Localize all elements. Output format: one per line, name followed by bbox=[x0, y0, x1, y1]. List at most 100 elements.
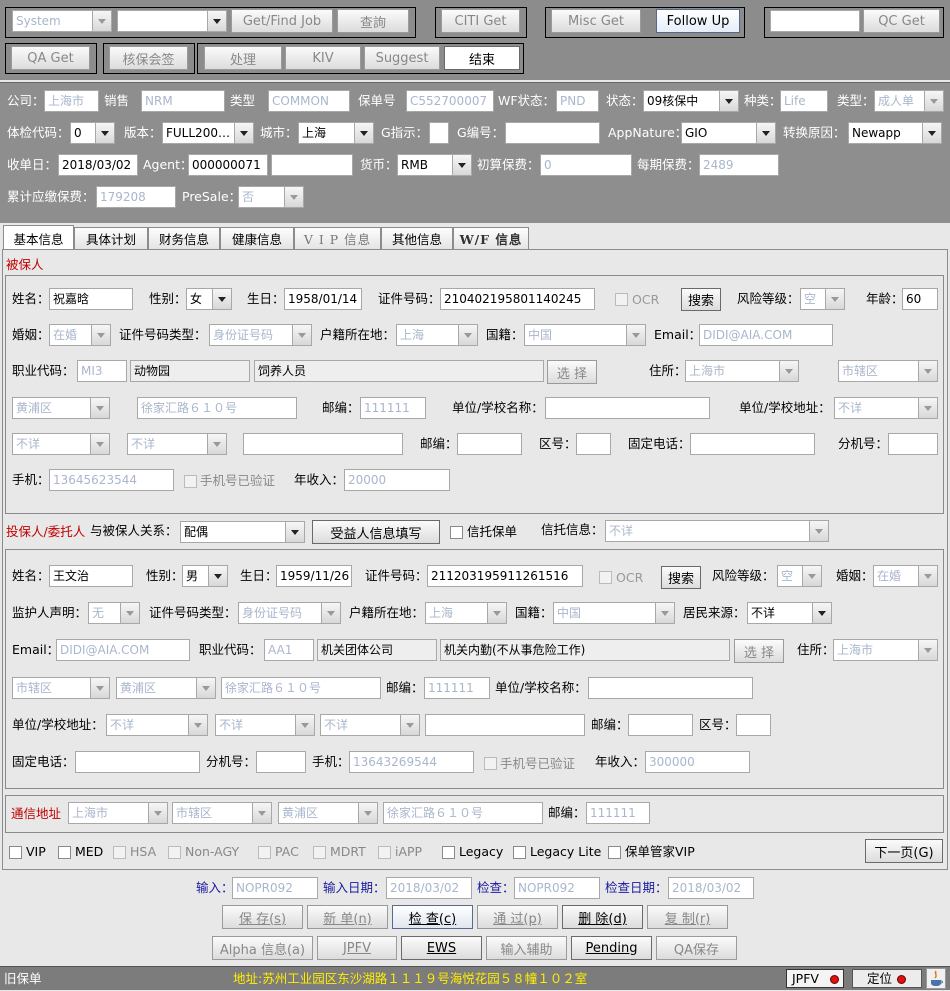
holder-ocr-checkbox[interactable] bbox=[599, 571, 612, 584]
holder-emp-d-field[interactable] bbox=[425, 714, 585, 736]
insured-emp-a-select[interactable]: 不详 bbox=[12, 433, 110, 455]
status-select[interactable]: 09核保中 bbox=[643, 90, 739, 112]
insured-mobile-field[interactable]: 13645623544 bbox=[49, 469, 174, 491]
non-agy-checkbox[interactable] bbox=[168, 846, 181, 859]
relation-select[interactable]: 配偶 bbox=[180, 521, 305, 543]
holder-res-city-select[interactable]: 上海市 bbox=[833, 639, 938, 661]
holder-phone-field[interactable] bbox=[75, 751, 200, 773]
g-indicator-field[interactable] bbox=[429, 122, 449, 144]
check-code-select[interactable]: 0 bbox=[70, 122, 115, 144]
trust-policy-checkbox[interactable] bbox=[450, 526, 463, 539]
holder-income-field[interactable]: 300000 bbox=[645, 751, 750, 773]
holder-id-type-select[interactable]: 身份证号码 bbox=[238, 602, 341, 624]
holder-search-button[interactable]: 搜索 bbox=[661, 566, 701, 589]
type2-select[interactable]: 成人单 bbox=[874, 90, 944, 112]
input-help-button[interactable]: 输入辅助 bbox=[486, 936, 567, 960]
pending-button[interactable]: Pending bbox=[571, 936, 652, 960]
policy-butler-vip-checkbox[interactable] bbox=[608, 846, 621, 859]
pac-checkbox[interactable] bbox=[258, 846, 271, 859]
check-by-field[interactable]: NOPR092 bbox=[514, 877, 600, 899]
jpfv-button[interactable]: JPFV bbox=[317, 936, 397, 960]
tab-other[interactable]: 其他信息 bbox=[381, 227, 453, 249]
insured-res-area-select[interactable]: 黄浦区 bbox=[12, 397, 110, 419]
vip-checkbox[interactable] bbox=[9, 846, 22, 859]
qc-input[interactable] bbox=[770, 10, 860, 32]
tab-wf[interactable]: W/F 信息 bbox=[453, 227, 529, 249]
holder-birth-field[interactable]: 1959/11/26 bbox=[276, 565, 352, 587]
blank-select[interactable] bbox=[117, 10, 227, 32]
qa-get-button[interactable]: QA Get bbox=[11, 46, 90, 70]
holder-mobile-verified-checkbox[interactable] bbox=[484, 757, 497, 770]
tab-vip[interactable]: V I P 信息 bbox=[294, 227, 381, 249]
mail-district-select[interactable]: 市辖区 bbox=[172, 802, 272, 824]
holder-gender-select[interactable]: 男 bbox=[182, 565, 228, 587]
suggest-button[interactable]: Suggest bbox=[364, 46, 440, 70]
app-nature-select[interactable]: GIO bbox=[681, 122, 776, 144]
holder-id-field[interactable]: 211203195911261516 bbox=[427, 565, 583, 587]
insured-risk-select[interactable]: 空 bbox=[800, 288, 845, 310]
holder-mobile-field[interactable]: 13643269544 bbox=[349, 751, 474, 773]
policy-no-field[interactable]: C552700007 bbox=[406, 90, 494, 112]
holder-emp-c-select[interactable]: 不详 bbox=[320, 714, 420, 736]
mdrt-checkbox[interactable] bbox=[313, 846, 326, 859]
holder-employer-field[interactable] bbox=[588, 677, 753, 699]
insured-hukou-select[interactable]: 上海 bbox=[396, 324, 478, 346]
city-select[interactable]: 上海 bbox=[298, 122, 374, 144]
mail-area-select[interactable]: 黄浦区 bbox=[278, 802, 378, 824]
insured-search-button[interactable]: 搜索 bbox=[681, 288, 721, 311]
insured-emp-c-field[interactable] bbox=[243, 433, 403, 455]
insured-income-field[interactable]: 20000 bbox=[344, 469, 450, 491]
insured-occ-code-field[interactable]: MI3 bbox=[77, 360, 127, 382]
input-date-field[interactable]: 2018/03/02 bbox=[386, 877, 472, 899]
pass-button[interactable]: 通 过(p) bbox=[477, 905, 558, 929]
holder-emp-b-select[interactable]: 不详 bbox=[215, 714, 315, 736]
process-button[interactable]: 处理 bbox=[204, 46, 282, 70]
initial-premium-field[interactable]: 0 bbox=[540, 154, 632, 176]
holder-ext-field[interactable] bbox=[256, 751, 306, 773]
insured-res-city-select[interactable]: 上海市 bbox=[685, 360, 799, 382]
insured-ocr-checkbox[interactable] bbox=[615, 293, 628, 306]
insured-phone-field[interactable] bbox=[690, 433, 815, 455]
wf-status-field[interactable]: PND bbox=[556, 90, 599, 112]
save-button[interactable]: 保 存(s) bbox=[222, 905, 303, 929]
finish-button[interactable]: 结束 bbox=[444, 46, 520, 70]
alpha-info-button[interactable]: Alpha 信息(a) bbox=[212, 936, 313, 960]
insured-marriage-select[interactable]: 在婚 bbox=[49, 324, 111, 346]
type-field[interactable]: COMMON bbox=[268, 90, 350, 112]
qa-save-button[interactable]: QA保存 bbox=[656, 936, 737, 960]
insured-id-type-select[interactable]: 身份证号码 bbox=[209, 324, 312, 346]
agent-name-field[interactable] bbox=[271, 154, 353, 176]
next-page-button[interactable]: 下一页(G) bbox=[865, 839, 943, 863]
holder-risk-select[interactable]: 空 bbox=[777, 565, 822, 587]
beneficiary-button[interactable]: 受益人信息填写 bbox=[312, 520, 440, 544]
insured-nation-select[interactable]: 中国 bbox=[524, 324, 646, 346]
hsa-checkbox[interactable] bbox=[113, 846, 126, 859]
new-button[interactable]: 新 单(n) bbox=[307, 905, 388, 929]
mail-zip-field[interactable]: 111111 bbox=[586, 802, 650, 824]
receive-date-field[interactable]: 2018/03/02 bbox=[58, 154, 138, 176]
legacy-lite-checkbox[interactable] bbox=[513, 846, 526, 859]
tab-health[interactable]: 健康信息 bbox=[220, 227, 294, 249]
insured-res-district-select[interactable]: 市辖区 bbox=[838, 360, 938, 382]
holder-email-field[interactable]: DIDI@AIA.COM bbox=[56, 639, 190, 661]
query-button[interactable]: 查詢 bbox=[337, 9, 409, 33]
sales-field[interactable]: NRM bbox=[141, 90, 225, 112]
holder-guardian-select[interactable]: 无 bbox=[88, 602, 140, 624]
holder-source-select[interactable]: 不详 bbox=[747, 602, 832, 624]
presale-select[interactable]: 否 bbox=[238, 186, 304, 208]
insured-gender-select[interactable]: 女 bbox=[186, 288, 232, 310]
insured-id-field[interactable]: 210402195801140245 bbox=[440, 288, 595, 310]
g-no-field[interactable] bbox=[505, 122, 600, 144]
copy-button[interactable]: 复 制(r) bbox=[647, 905, 728, 929]
insured-employer-addr-select[interactable]: 不详 bbox=[834, 397, 938, 419]
insured-birth-field[interactable]: 1958/01/14 bbox=[284, 288, 362, 310]
convert-reason-select[interactable]: Newapp bbox=[848, 122, 942, 144]
company-field[interactable]: 上海市 bbox=[44, 90, 99, 112]
delete-button[interactable]: 删 除(d) bbox=[562, 905, 643, 929]
holder-hukou-select[interactable]: 上海 bbox=[425, 602, 507, 624]
tab-basic-info[interactable]: 基本信息 bbox=[3, 225, 74, 250]
holder-emp-a-select[interactable]: 不详 bbox=[106, 714, 208, 736]
insured-emp-b-select[interactable]: 不详 bbox=[127, 433, 227, 455]
currency-select[interactable]: RMB bbox=[397, 154, 472, 176]
legacy-checkbox[interactable] bbox=[442, 846, 455, 859]
